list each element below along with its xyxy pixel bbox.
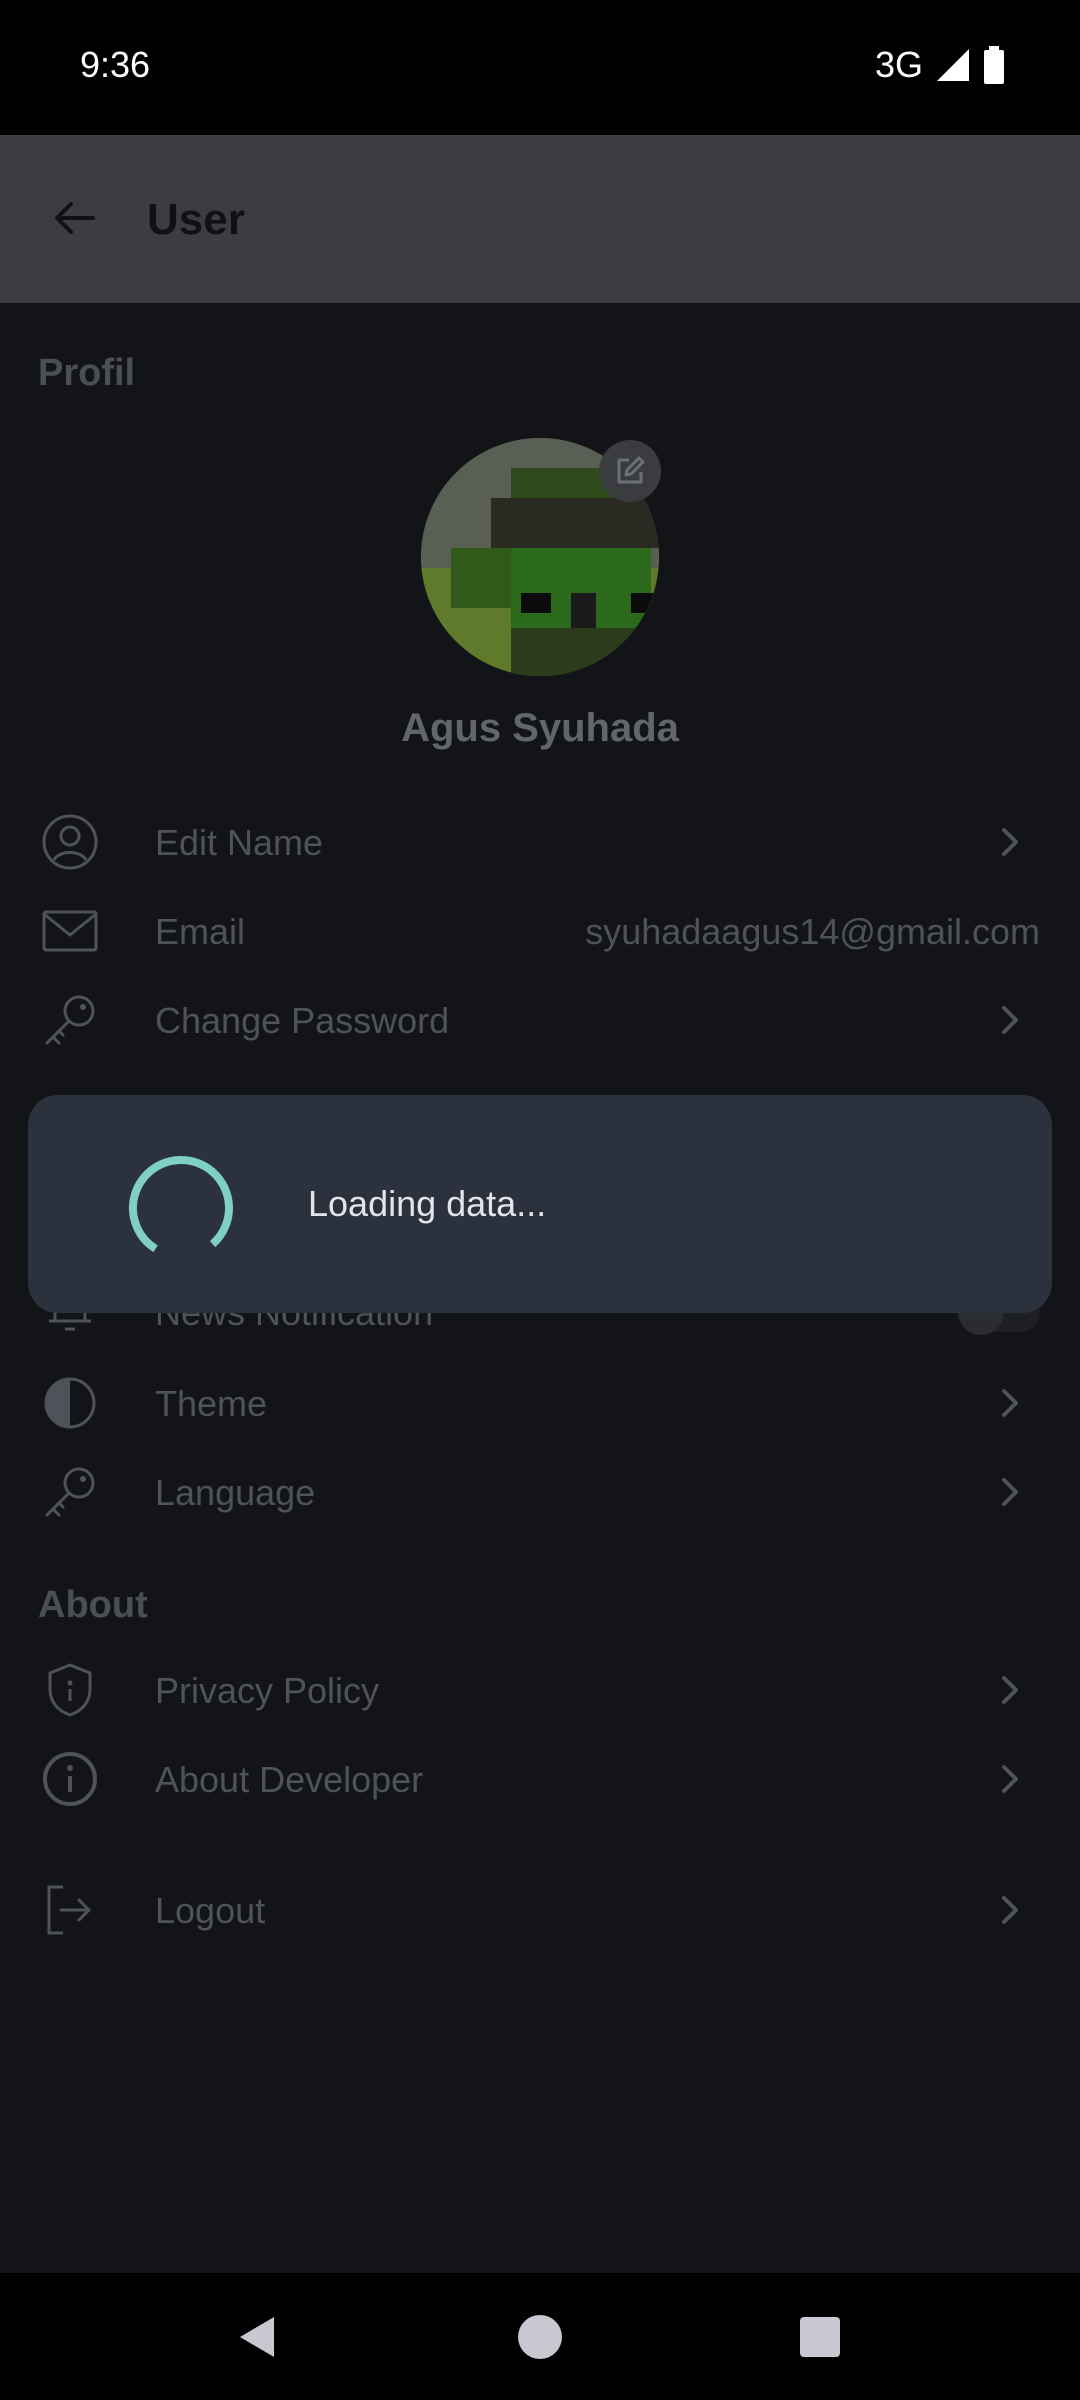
privacy-policy-row[interactable]: Privacy Policy bbox=[0, 1650, 1080, 1730]
info-icon bbox=[40, 1749, 100, 1809]
status-icons: 3G bbox=[875, 44, 1005, 86]
chevron-right-icon bbox=[1002, 1006, 1018, 1034]
logout-label: Logout bbox=[155, 1890, 266, 1931]
edit-avatar-button[interactable] bbox=[599, 440, 661, 502]
change-password-label: Change Password bbox=[155, 1000, 450, 1041]
status-bar: 9:36 3G bbox=[0, 0, 1080, 135]
language-row[interactable]: Language bbox=[0, 1452, 1080, 1532]
app-bar: User bbox=[0, 135, 1080, 303]
key-icon bbox=[40, 1462, 100, 1522]
shield-icon bbox=[40, 1660, 100, 1720]
avatar-container bbox=[421, 438, 661, 676]
about-developer-row[interactable]: About Developer bbox=[0, 1739, 1080, 1819]
back-button[interactable] bbox=[44, 187, 106, 249]
system-nav-bar bbox=[0, 2273, 1080, 2400]
page-title: User bbox=[147, 195, 245, 244]
loading-text: Loading data... bbox=[308, 1183, 547, 1224]
logout-icon bbox=[40, 1880, 100, 1940]
edit-name-row[interactable]: Edit Name bbox=[0, 802, 1080, 882]
edit-icon bbox=[617, 456, 645, 484]
email-row: Email syuhadaagus14@gmail.com bbox=[0, 891, 1080, 971]
contrast-icon bbox=[40, 1373, 100, 1433]
nav-home-icon[interactable] bbox=[514, 2311, 566, 2363]
key-icon bbox=[40, 990, 100, 1050]
nav-recents-icon[interactable] bbox=[794, 2311, 846, 2363]
loading-dialog: Loading data... bbox=[28, 1095, 1052, 1313]
nav-back-icon[interactable] bbox=[234, 2311, 286, 2363]
loading-spinner-icon bbox=[129, 1156, 233, 1260]
logout-row[interactable]: Logout bbox=[0, 1870, 1080, 1950]
email-label: Email bbox=[155, 911, 246, 952]
battery-icon bbox=[984, 46, 1004, 84]
about-developer-label: About Developer bbox=[155, 1759, 424, 1800]
chevron-right-icon bbox=[1002, 1896, 1018, 1924]
status-time: 9:36 bbox=[80, 44, 151, 85]
section-title-profil: Profil bbox=[38, 352, 136, 394]
language-label: Language bbox=[155, 1472, 316, 1513]
chevron-right-icon bbox=[1002, 1389, 1018, 1417]
section-title-about: About bbox=[38, 1584, 148, 1626]
change-password-row[interactable]: Change Password bbox=[0, 980, 1080, 1060]
signal-icon bbox=[937, 49, 969, 81]
theme-row[interactable]: Theme bbox=[0, 1363, 1080, 1443]
chevron-right-icon bbox=[1002, 1765, 1018, 1793]
privacy-policy-label: Privacy Policy bbox=[155, 1670, 380, 1711]
user-name: Agus Syuhada bbox=[401, 706, 679, 750]
email-value: syuhadaagus14@gmail.com bbox=[585, 911, 1040, 952]
user-circle-icon bbox=[40, 812, 100, 872]
edit-name-label: Edit Name bbox=[155, 822, 324, 863]
chevron-right-icon bbox=[1002, 1478, 1018, 1506]
arrow-left-icon bbox=[55, 202, 95, 234]
network-type: 3G bbox=[874, 44, 923, 85]
mail-icon bbox=[40, 901, 100, 961]
chevron-right-icon bbox=[1002, 1676, 1018, 1704]
theme-label: Theme bbox=[155, 1383, 268, 1424]
chevron-right-icon bbox=[1002, 828, 1018, 856]
